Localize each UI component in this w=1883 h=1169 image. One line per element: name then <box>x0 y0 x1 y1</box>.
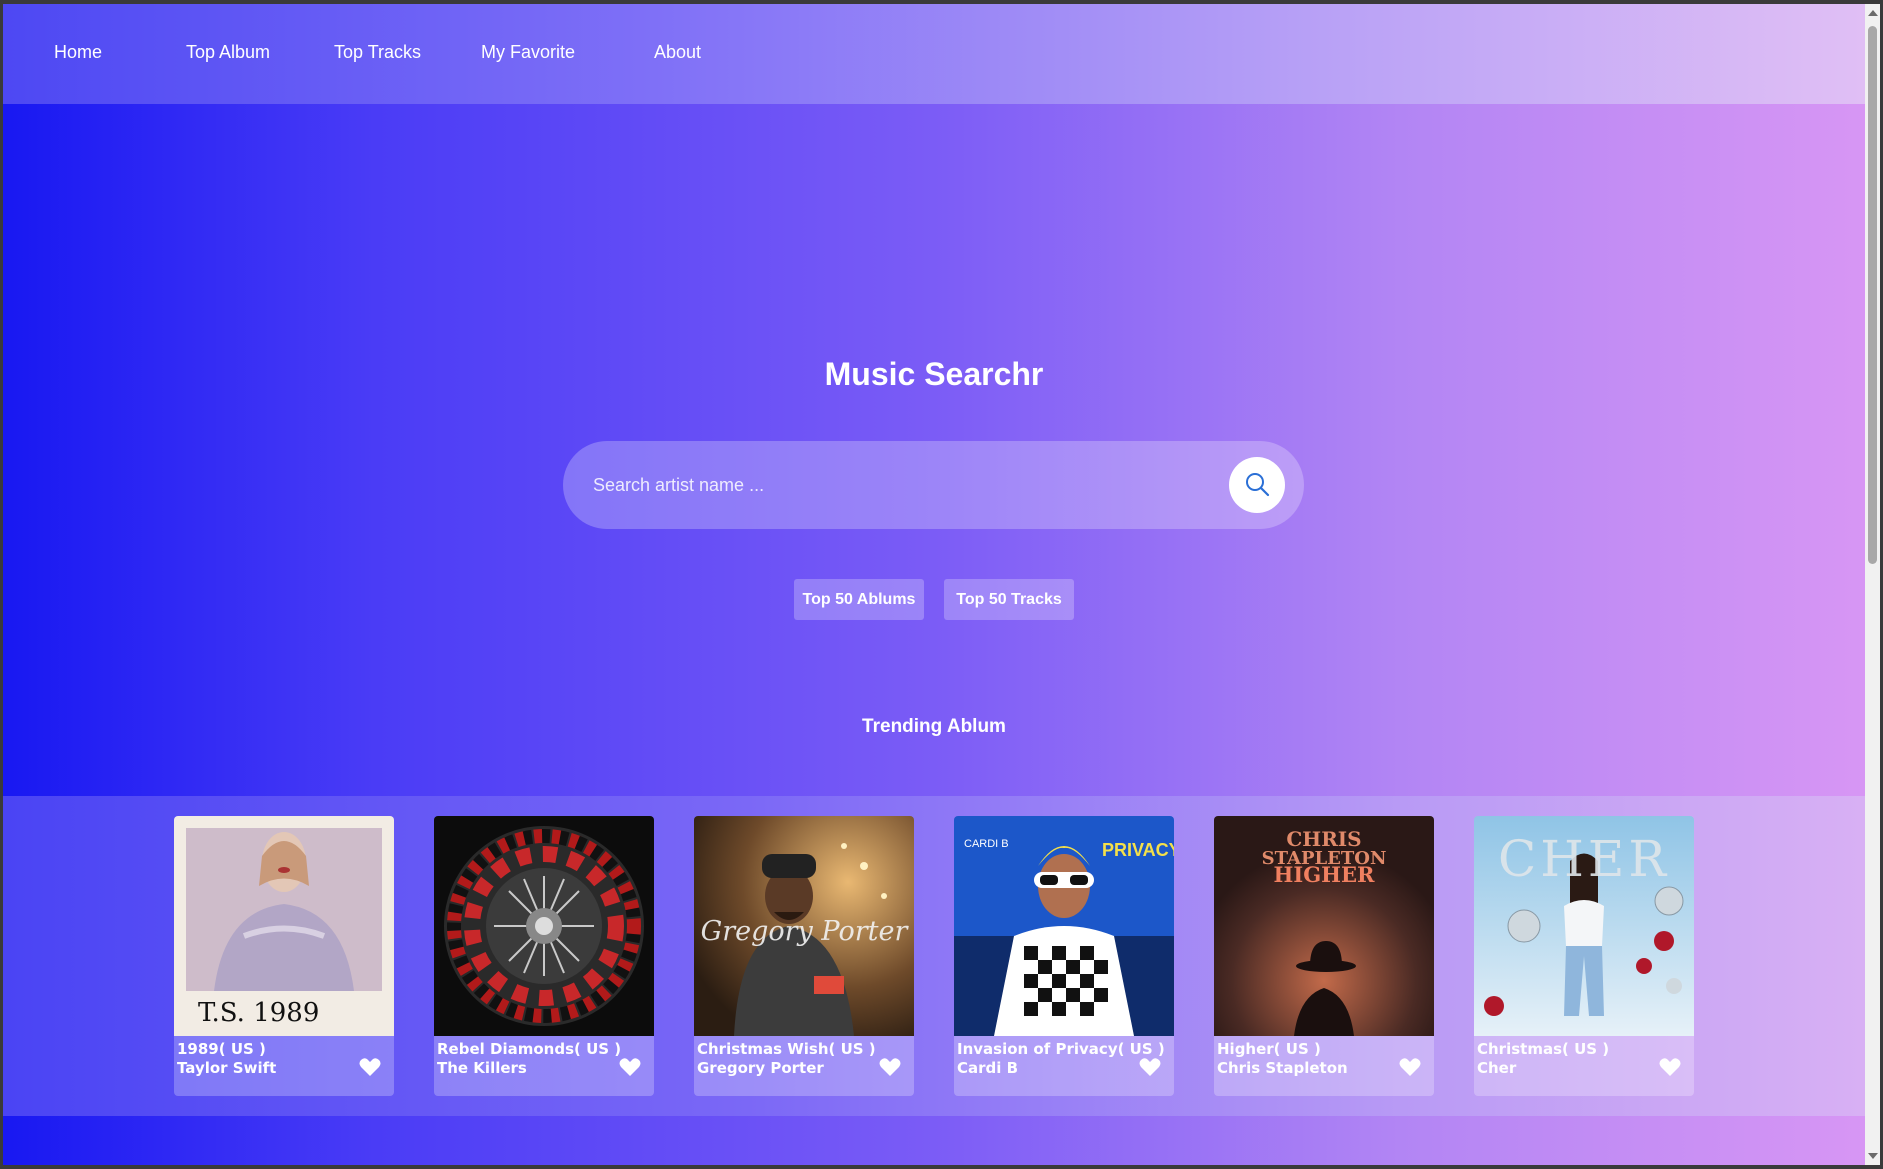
nav-about[interactable]: About <box>654 42 701 63</box>
heart-icon[interactable] <box>1398 1055 1422 1079</box>
album-cover <box>434 816 654 1036</box>
heart-icon[interactable] <box>878 1055 902 1079</box>
heart-icon[interactable] <box>618 1055 642 1079</box>
album-carousel: T.S. 1989 1989( US ) Taylor Swift Rebel … <box>3 796 1865 1116</box>
search-icon <box>1246 473 1270 497</box>
heart-icon[interactable] <box>1658 1055 1682 1079</box>
page-title: Music Searchr <box>824 356 1044 392</box>
cover-caption: T.S. 1989 <box>198 998 320 1028</box>
scrollbar-thumb[interactable] <box>1868 26 1877 564</box>
album-info: Christmas Wish( US ) Gregory Porter <box>694 1036 914 1096</box>
cover-caption: CARDI B <box>964 838 1009 850</box>
navbar: Home Top Album Top Tracks My Favorite Ab… <box>3 4 1865 104</box>
nav-top-tracks[interactable]: Top Tracks <box>334 42 421 63</box>
top-50-albums-button[interactable]: Top 50 Ablums <box>794 579 924 620</box>
album-card-christmas-wish[interactable]: Gregory Porter Christmas Wish( US ) Greg… <box>694 816 914 1096</box>
album-info: Invasion of Privacy( US ) Cardi B <box>954 1036 1174 1096</box>
vertical-scrollbar[interactable] <box>1865 4 1880 1165</box>
nav-home[interactable]: Home <box>54 42 102 63</box>
app-viewport: Home Top Album Top Tracks My Favorite Ab… <box>3 4 1865 1165</box>
heart-icon[interactable] <box>1138 1055 1162 1079</box>
search-bar <box>563 441 1304 529</box>
heart-icon[interactable] <box>358 1055 382 1079</box>
album-card-invasion-of-privacy[interactable]: PRIVACY CARDI B Invasion of Privacy( US … <box>954 816 1174 1096</box>
nav-my-favorite[interactable]: My Favorite <box>481 42 575 63</box>
album-info: 1989( US ) Taylor Swift <box>174 1036 394 1096</box>
cover-caption: Gregory Porter <box>700 916 908 947</box>
nav-top-album[interactable]: Top Album <box>186 42 270 63</box>
album-info: Rebel Diamonds( US ) The Killers <box>434 1036 654 1096</box>
svg-text:PRIVACY: PRIVACY <box>1102 840 1174 860</box>
search-input[interactable] <box>593 441 1173 529</box>
top-50-tracks-button[interactable]: Top 50 Tracks <box>944 579 1074 620</box>
album-card-higher[interactable]: CHRIS STAPLETON HIGHER Higher( US ) Chri… <box>1214 816 1434 1096</box>
album-info: Higher( US ) Chris Stapleton <box>1214 1036 1434 1096</box>
album-card-christmas-cher[interactable]: CHER Christmas( US ) Cher <box>1474 816 1694 1096</box>
album-card-1989[interactable]: T.S. 1989 1989( US ) Taylor Swift <box>174 816 394 1096</box>
trending-title: Trending Ablum <box>862 716 1006 737</box>
scroll-up-icon[interactable] <box>1868 10 1878 16</box>
scroll-down-icon[interactable] <box>1868 1153 1878 1159</box>
cover-caption: HIGHER <box>1273 862 1375 887</box>
album-card-rebel-diamonds[interactable]: Rebel Diamonds( US ) The Killers <box>434 816 654 1096</box>
search-button[interactable] <box>1229 457 1285 513</box>
album-info: Christmas( US ) Cher <box>1474 1036 1694 1096</box>
album-cover: CHRIS STAPLETON <box>1214 816 1434 1036</box>
cover-caption: CHER <box>1497 830 1670 888</box>
